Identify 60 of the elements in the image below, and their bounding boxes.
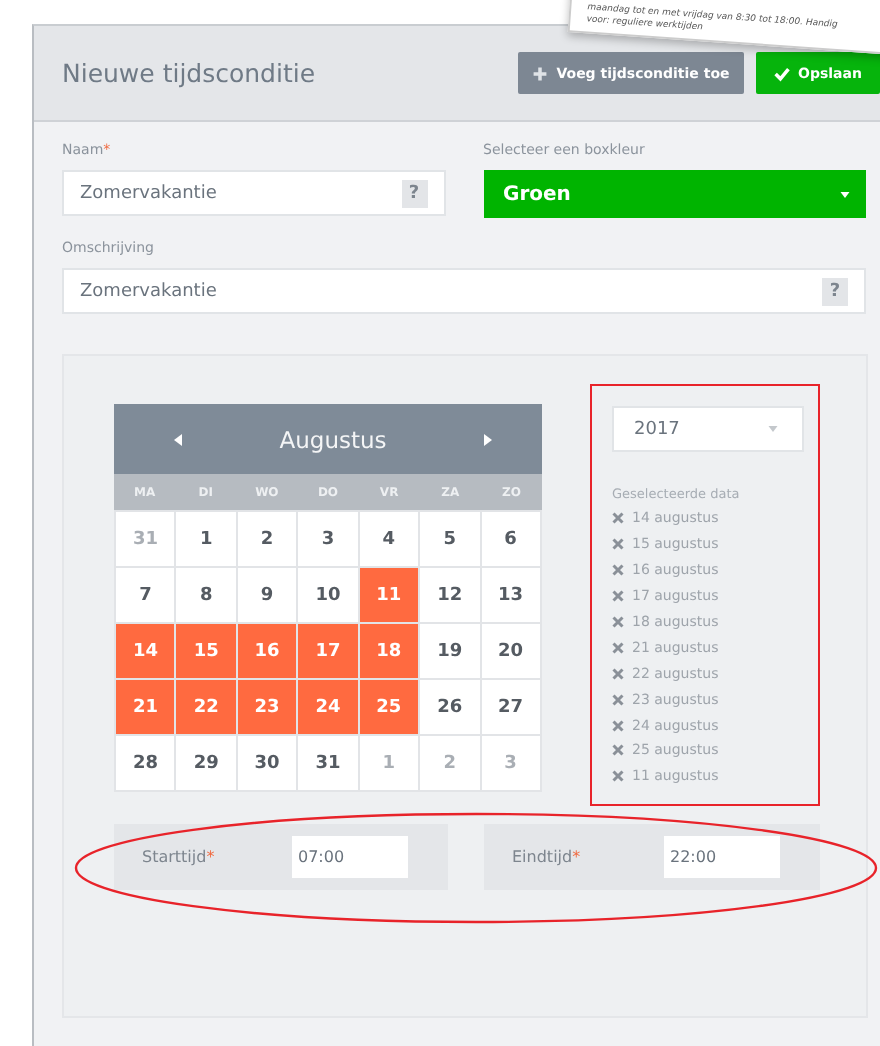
dialog-title: Nieuwe tijdsconditie xyxy=(62,58,316,88)
description-field[interactable]: Zomervakantie ? xyxy=(62,268,866,314)
calendar-day[interactable]: 19 xyxy=(420,624,480,678)
calendar-day[interactable]: 2 xyxy=(237,512,297,566)
calendar-day[interactable]: 30 xyxy=(237,736,297,790)
calendar-day[interactable]: 29 xyxy=(176,736,236,790)
remove-icon[interactable] xyxy=(612,512,624,525)
remove-icon[interactable] xyxy=(612,667,624,680)
calendar-day[interactable]: 6 xyxy=(481,512,540,566)
calendar-day[interactable]: 17 xyxy=(298,624,358,678)
calendar-day[interactable]: 18 xyxy=(359,624,419,678)
calendar-day[interactable]: 20 xyxy=(481,624,540,678)
calendar-day[interactable]: 14 xyxy=(116,624,175,678)
calendar-day[interactable]: 28 xyxy=(116,736,175,790)
remove-icon[interactable] xyxy=(612,564,624,577)
year-select[interactable]: 2017 xyxy=(612,406,804,452)
calendar-day[interactable]: 22 xyxy=(176,680,236,734)
remove-icon[interactable] xyxy=(612,590,624,603)
calendar-day[interactable]: 7 xyxy=(116,568,175,622)
calendar-day[interactable]: 12 xyxy=(420,568,480,622)
remove-icon[interactable] xyxy=(612,641,624,654)
calendar-day[interactable]: 25 xyxy=(359,680,419,734)
calendar-day[interactable]: 8 xyxy=(176,568,236,622)
remove-icon[interactable] xyxy=(612,719,624,732)
name-field[interactable]: Zomervakantie ? xyxy=(62,170,445,216)
caret-icon xyxy=(840,191,850,197)
calendar-day[interactable]: 9 xyxy=(237,568,297,622)
remove-icon[interactable] xyxy=(612,770,624,783)
previous-icon[interactable] xyxy=(174,433,182,445)
time-field[interactable]: 22:00 xyxy=(664,836,780,878)
help-icon[interactable]: ? xyxy=(822,277,848,305)
color-select[interactable]: Groen xyxy=(483,170,866,218)
calendar-day[interactable]: 24 xyxy=(298,680,358,734)
calendar-day[interactable]: 15 xyxy=(176,624,236,678)
remove-icon[interactable] xyxy=(612,616,624,628)
calendar-day[interactable]: 5 xyxy=(420,512,480,566)
calendar-day[interactable]: 26 xyxy=(420,680,480,734)
time-label: Eindtijd* xyxy=(512,848,581,866)
calendar-day[interactable]: 16 xyxy=(237,624,297,678)
time-field[interactable]: 07:00 xyxy=(292,836,408,878)
month-title: Augustus xyxy=(279,425,387,453)
calendar-day[interactable]: 1 xyxy=(176,512,236,566)
help-icon[interactable]: ? xyxy=(401,179,427,207)
calendar-day[interactable]: 23 xyxy=(237,680,297,734)
remove-icon[interactable] xyxy=(612,693,624,706)
next-icon[interactable] xyxy=(484,433,492,445)
caret-icon xyxy=(768,426,778,432)
calendar-day[interactable]: 11 xyxy=(359,568,419,622)
calendar-day[interactable]: 21 xyxy=(116,680,175,734)
time-label: Starttijd* xyxy=(142,848,215,866)
plus-icon xyxy=(532,65,549,81)
check-icon xyxy=(774,65,791,81)
calendar-day[interactable]: 13 xyxy=(481,568,540,622)
calendar-day[interactable]: 27 xyxy=(481,680,540,734)
calendar-day[interactable]: 4 xyxy=(359,512,419,566)
calendar-day[interactable]: 3 xyxy=(298,512,358,566)
remove-icon[interactable] xyxy=(612,744,624,757)
remove-icon[interactable] xyxy=(612,538,624,551)
calendar-day[interactable]: 31 xyxy=(298,736,358,790)
calendar-day[interactable]: 10 xyxy=(298,568,358,622)
